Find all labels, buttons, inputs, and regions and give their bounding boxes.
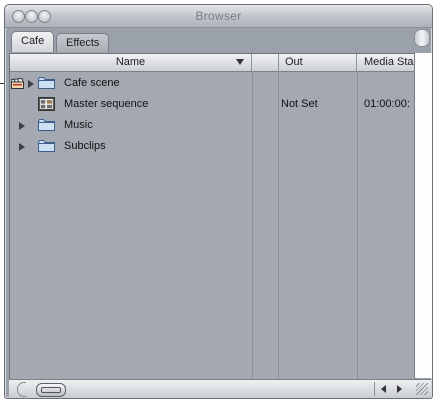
list-item[interactable]: Music [10,115,415,136]
list-item[interactable]: Subclips [10,136,415,157]
resize-handle-icon[interactable] [416,383,428,395]
column-header-name[interactable]: Name [10,54,252,71]
disclosure-triangle-icon[interactable] [28,80,34,88]
tab-effects[interactable]: Effects [56,33,110,52]
tab-cafe[interactable]: Cafe [11,31,55,52]
vertical-scrollbar[interactable] [414,53,432,378]
sequence-icon [38,97,55,111]
item-out: Not Set [281,98,318,110]
scroll-arrow-buttons [374,382,409,396]
folder-icon [38,77,55,89]
column-header-media-start[interactable]: Media Sta [358,54,415,71]
item-name: Subclips [64,140,106,152]
folder-icon [38,119,55,131]
item-name: Music [64,119,93,131]
folder-icon [38,140,55,152]
scroll-left-arrow-icon[interactable] [381,385,386,393]
clapper-icon [11,78,24,89]
scroll-right-arrow-icon[interactable] [397,385,402,393]
title-bar[interactable]: Browser [5,5,432,28]
browser-window: Browser Effects Cafe Name Out Media Sta [4,4,433,399]
item-media-start: 01:00:00: [364,98,410,110]
column-header-out[interactable]: Out [279,54,357,71]
tab-bar: Effects Cafe [5,27,432,53]
scroll-thumb[interactable] [36,383,66,397]
column-header-blank[interactable] [252,54,279,71]
window-title: Browser [195,9,242,23]
disclosure-triangle-icon[interactable] [19,143,25,151]
item-name: Cafe scene [64,77,120,89]
horizontal-scrollbar[interactable] [9,379,431,398]
item-name: Master sequence [64,98,149,110]
list-item[interactable]: Master sequence Not Set 01:00:00: [10,94,415,115]
scroll-track-cap [17,382,26,397]
thumb-grip-icon [41,387,61,393]
browser-list[interactable]: Name Out Media Sta Cafe scene Master seq… [9,53,416,380]
disclosure-triangle-icon[interactable] [19,122,25,130]
column-header-row: Name Out Media Sta [10,54,415,72]
list-item[interactable]: Cafe scene [10,73,415,94]
sort-descending-icon[interactable] [236,59,244,65]
